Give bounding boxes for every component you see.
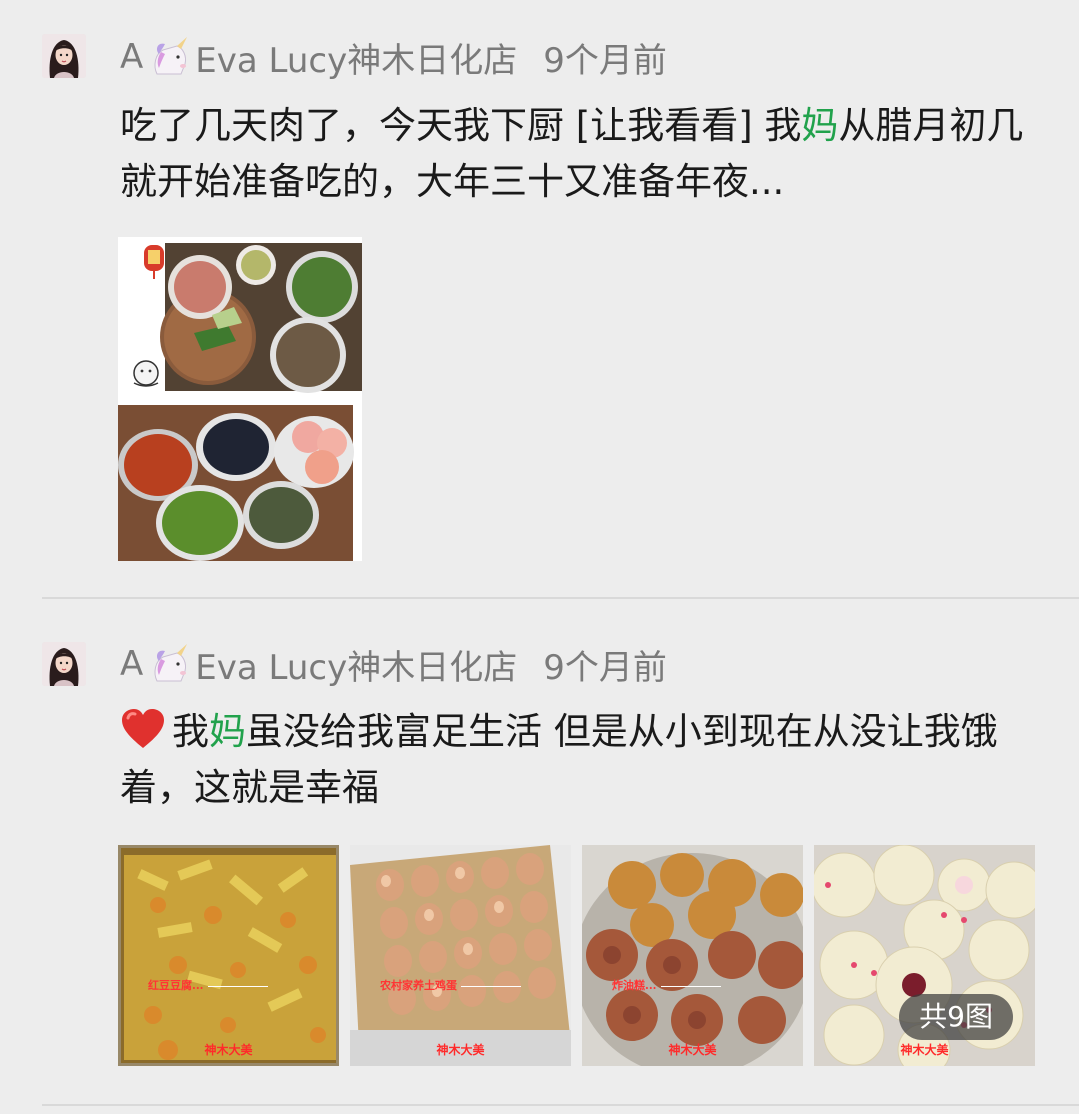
image-thumbnail[interactable]: 神木大美 共9图 [814, 845, 1035, 1066]
post-text-part: 虽没给我富足生活 但是从小到现在从没让我饿着，这就是幸福 [120, 710, 998, 809]
post-time: 9个月前 [543, 647, 667, 688]
avatar[interactable] [42, 34, 86, 78]
image-watermark: 神木大美 [204, 1043, 253, 1057]
image-thumbnail[interactable]: 红豆豆腐... 神木大美 [118, 845, 339, 1066]
image-watermark: 神木大美 [900, 1043, 949, 1057]
avatar[interactable] [42, 642, 86, 686]
unicorn-icon [154, 644, 188, 682]
image-thumbnail[interactable]: 农村家养土鸡蛋 神木大美 [350, 845, 571, 1066]
author-name[interactable]: Eva Lucy神木日化店 [195, 640, 517, 689]
post-divider [42, 1104, 1079, 1106]
post-text[interactable]: 吃了几天肉了，今天我下厨 [让我看看] 我妈从腊月初几就开始准备吃的，大年三十又… [120, 98, 1040, 210]
image-thumbnail[interactable]: 炸油糕... 神木大美 [582, 845, 803, 1066]
highlight-keyword: 妈 [209, 710, 246, 753]
author-name[interactable]: Eva Lucy神木日化店 [195, 33, 517, 82]
author-name-prefix[interactable]: A [120, 37, 143, 77]
image-count-badge[interactable]: 共9图 [899, 994, 1013, 1040]
image-grid: 红豆豆腐... 神木大美 农村家养土鸡蛋 神木大美 炸油糕... 神木大美 神木… [118, 845, 1035, 1066]
post-text-part: 吃了几天肉了，今天我下厨 [让我看看] 我 [120, 104, 802, 147]
highlight-keyword: 妈 [801, 104, 839, 147]
image-watermark: 神木大美 [668, 1043, 717, 1057]
post-header: A Eva Lucy神木日化店 9个月前 [120, 33, 667, 81]
post-time: 9个月前 [543, 40, 667, 81]
post-divider [42, 597, 1079, 599]
author-name-prefix[interactable]: A [120, 644, 143, 684]
image-caption: 炸油糕... [612, 977, 721, 993]
post-text-part: 我 [172, 710, 209, 753]
moment-post-1: A Eva Lucy神木日化店 9个月前 吃了几天肉了，今天我下厨 [让我看看]… [0, 0, 1079, 598]
image-caption: 红豆豆腐... [148, 977, 268, 993]
moment-post-2: A Eva Lucy神木日化店 9个月前 我妈虽没给我富足生活 但是从小到现在从… [0, 600, 1079, 1114]
image-watermark: 神木大美 [436, 1043, 485, 1057]
food-prep-collage[interactable] [118, 237, 362, 561]
post-header: A Eva Lucy神木日化店 9个月前 [120, 640, 667, 688]
red-heart-icon [122, 709, 164, 748]
post-text[interactable]: 我妈虽没给我富足生活 但是从小到现在从没让我饿着，这就是幸福 [120, 704, 1040, 816]
unicorn-icon [154, 37, 188, 75]
image-caption: 农村家养土鸡蛋 [380, 977, 521, 993]
